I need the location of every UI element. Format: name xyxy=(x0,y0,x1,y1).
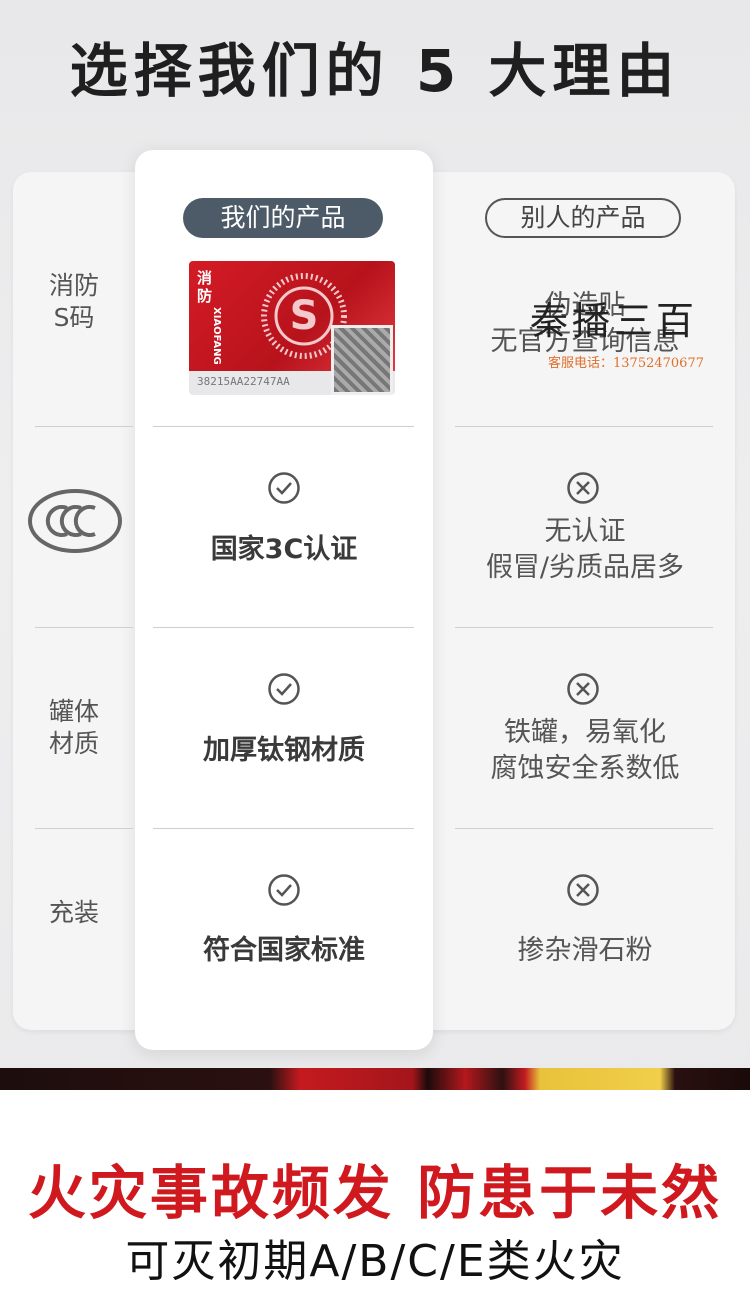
row-divider xyxy=(35,828,133,829)
row-divider xyxy=(153,828,414,829)
seal-serial-code: 38215AA22747AA xyxy=(197,375,290,388)
ours-filling-text: 符合国家标准 xyxy=(203,935,365,966)
cross-circle-icon xyxy=(567,472,599,504)
row-label-tank-material: 罐体 材质 xyxy=(48,697,99,758)
watermark-phone: 客服电话：13752470677 xyxy=(548,356,704,371)
ours-material-text: 加厚钛钢材质 xyxy=(203,735,365,766)
row-label-filling: 充装 xyxy=(48,898,99,927)
fire-class-text: 可灭初期A/B/C/E类火灾 xyxy=(125,1236,625,1287)
our-product-header: 我们的产品 xyxy=(183,198,383,238)
row-divider xyxy=(35,426,133,427)
slogan-text: 火灾事故频发 防患于未然 xyxy=(27,1159,723,1227)
check-circle-icon xyxy=(268,472,300,504)
fire-s-code-seal: 消防 XIAOFANG S 38215AA22747AA xyxy=(189,261,395,395)
check-circle-icon xyxy=(268,874,300,906)
row-divider xyxy=(35,627,133,628)
ours-3c-text: 国家3C认证 xyxy=(210,534,358,565)
product-image-strip xyxy=(0,1068,750,1090)
cross-circle-icon xyxy=(567,874,599,906)
row-divider xyxy=(153,426,414,427)
seal-vertical-text: XIAOFANG xyxy=(211,307,222,365)
cross-circle-icon xyxy=(567,673,599,705)
page-title: 选择我们的 5 大理由 xyxy=(69,37,681,105)
row-divider xyxy=(455,627,713,628)
check-circle-icon xyxy=(268,673,300,705)
row-divider xyxy=(455,828,713,829)
theirs-material-text: 铁罐，易氧化 腐蚀安全系数低 xyxy=(490,717,680,784)
their-product-header: 别人的产品 xyxy=(485,198,681,238)
ccc-certification-icon xyxy=(28,489,122,553)
watermark-signature: 秦播三百 xyxy=(530,299,699,343)
row-divider xyxy=(455,426,713,427)
qr-code-icon xyxy=(331,325,393,395)
seal-side-text: 消防 xyxy=(197,269,213,305)
row-label-s-code: 消防 S码 xyxy=(48,271,99,332)
svg-text:S: S xyxy=(290,293,319,339)
theirs-filling-text: 掺杂滑石粉 xyxy=(517,935,653,966)
row-divider xyxy=(153,627,414,628)
theirs-3c-text: 无认证 假冒/劣质品居多 xyxy=(485,516,685,583)
